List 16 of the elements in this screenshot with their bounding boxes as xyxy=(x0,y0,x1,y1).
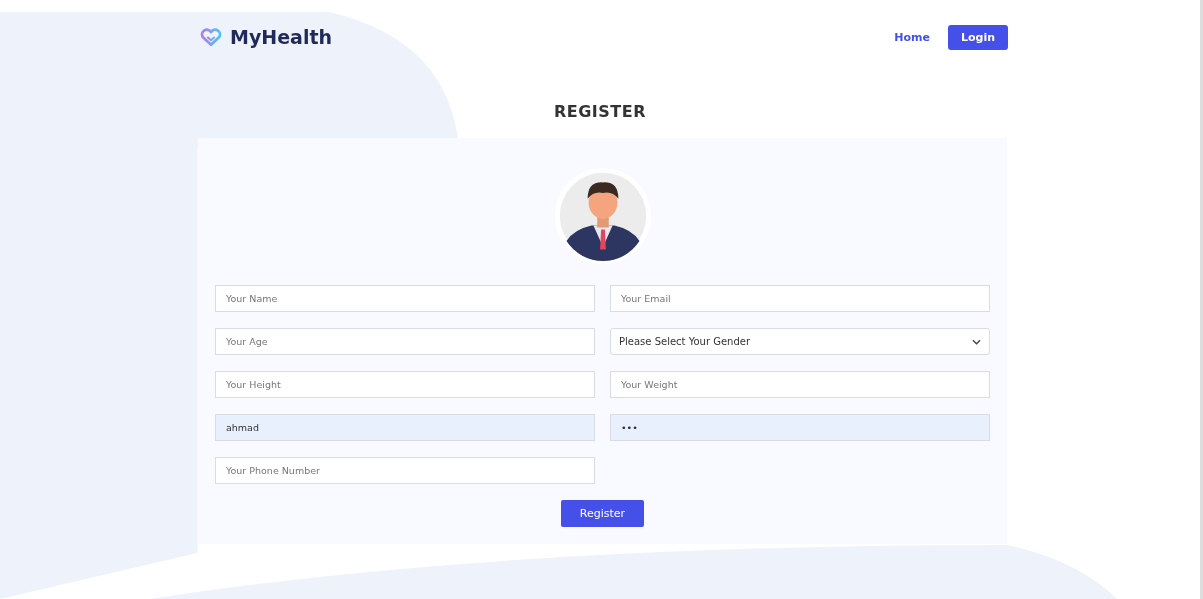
input-field[interactable]: Your Phone Number xyxy=(215,457,595,484)
brand-name: MyHealth xyxy=(230,26,333,48)
input-field[interactable]: Your Height xyxy=(215,371,595,398)
heart-logo-icon xyxy=(200,27,222,47)
input-field[interactable]: ahmad xyxy=(215,414,595,441)
register-button[interactable]: Register xyxy=(560,500,645,527)
input-field[interactable]: Your Email xyxy=(610,285,990,312)
chevron-down-icon xyxy=(972,338,981,345)
page-title: REGISTER xyxy=(553,102,647,122)
input-field[interactable]: ••• xyxy=(610,414,990,441)
login-button[interactable]: Login xyxy=(947,24,1008,50)
input-field[interactable]: Your Weight xyxy=(610,371,990,398)
input-field[interactable]: Your Name xyxy=(215,285,595,312)
input-field[interactable]: Your Age xyxy=(215,328,595,355)
gender-select[interactable]: Please Select Your Gender xyxy=(610,328,990,355)
home-link[interactable]: Home xyxy=(894,30,930,44)
